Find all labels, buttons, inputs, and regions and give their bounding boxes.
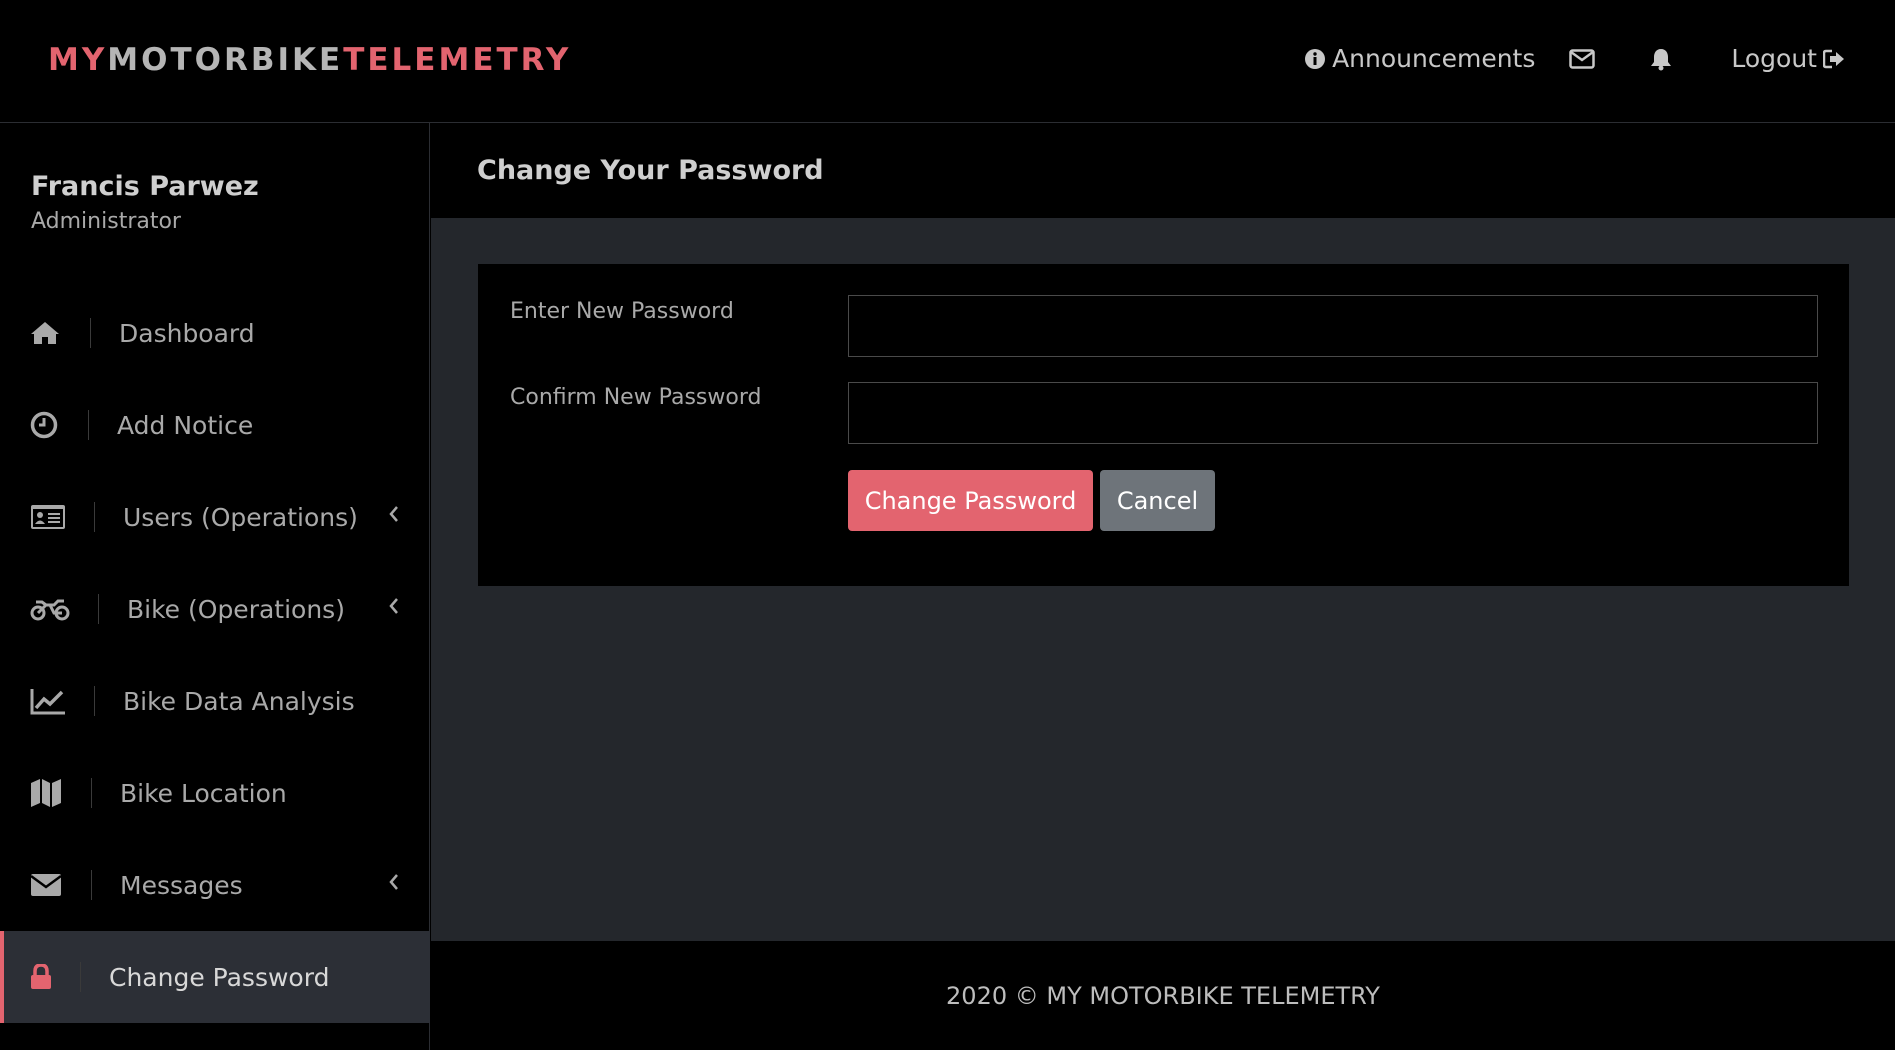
divider	[90, 318, 91, 348]
envelope-icon	[1569, 48, 1596, 69]
top-nav-links: Announcements Logout	[1304, 44, 1845, 73]
divider	[88, 410, 89, 440]
announcements-label: Announcements	[1332, 44, 1536, 73]
user-role: Administrator	[31, 209, 181, 234]
motorcycle-icon	[30, 597, 80, 621]
change-password-form: Enter New Password Confirm New Password …	[478, 264, 1849, 586]
sidebar-item-messages[interactable]: Messages	[0, 839, 430, 931]
sidebar-item-label: Users (Operations)	[123, 502, 358, 532]
sidebar-item-dashboard[interactable]: Dashboard	[0, 287, 430, 379]
divider	[94, 686, 95, 716]
new-password-input[interactable]	[848, 295, 1818, 357]
announcements-link[interactable]: Announcements	[1304, 44, 1535, 73]
user-name: Francis Parwez	[31, 171, 259, 202]
id-card-icon	[30, 504, 80, 530]
divider	[91, 778, 92, 808]
sidebar-item-label: Bike Location	[120, 778, 287, 808]
sidebar-item-label: Add Notice	[117, 410, 254, 440]
sidebar-item-change-password[interactable]: Change Password	[0, 931, 430, 1023]
brand-part-telemetry: TELEMETRY	[343, 42, 572, 78]
line-chart-icon	[30, 687, 80, 715]
confirm-password-input[interactable]	[848, 382, 1818, 444]
sign-out-icon	[1823, 49, 1844, 68]
divider	[91, 870, 92, 900]
sidebar-item-bike-operations[interactable]: Bike (Operations)	[0, 563, 430, 655]
change-password-button[interactable]: Change Password	[848, 470, 1093, 531]
new-password-label: Enter New Password	[510, 299, 734, 324]
sidebar-item-label: Change Password	[109, 962, 330, 992]
sidebar-item-bike-location[interactable]: Bike Location	[0, 747, 430, 839]
footer: 2020 © MY MOTORBIKE TELEMETRY	[431, 941, 1895, 1050]
map-icon	[30, 778, 80, 808]
bell-icon	[1651, 48, 1672, 70]
divider	[94, 502, 95, 532]
sidebar-item-users-operations[interactable]: Users (Operations)	[0, 471, 430, 563]
clock-icon	[30, 411, 80, 439]
brand-part-motorbike: MOTORBIKE	[107, 42, 344, 78]
info-circle-icon	[1305, 48, 1326, 69]
brand-logo[interactable]: MYMOTORBIKETELEMETRY	[48, 42, 571, 78]
sidebar-item-label: Bike (Operations)	[127, 594, 345, 624]
envelope-icon	[30, 873, 80, 897]
brand-part-my: MY	[48, 42, 108, 78]
messages-top-link[interactable]	[1569, 48, 1596, 69]
sidebar-item-add-notice[interactable]: Add Notice	[0, 379, 430, 471]
page-title: Change Your Password	[477, 155, 824, 186]
sidebar: Francis Parwez Administrator Dashboard A…	[0, 123, 430, 1050]
main-content: Change Your Password Enter New Password …	[431, 123, 1895, 941]
logout-label: Logout	[1731, 44, 1817, 73]
sidebar-item-label: Messages	[120, 870, 243, 900]
home-icon	[30, 320, 80, 346]
page-header: Change Your Password	[431, 123, 1895, 218]
notifications-link[interactable]	[1649, 47, 1673, 71]
sidebar-item-bike-data-analysis[interactable]: Bike Data Analysis	[0, 655, 430, 747]
chevron-left-icon	[389, 506, 398, 522]
logout-link[interactable]: Logout	[1731, 44, 1845, 73]
lock-icon	[30, 964, 80, 990]
divider	[80, 962, 81, 992]
chevron-left-icon	[389, 874, 398, 890]
top-navbar: MYMOTORBIKETELEMETRY Announcements Logou…	[0, 0, 1895, 123]
divider	[98, 594, 99, 624]
cancel-button[interactable]: Cancel	[1100, 470, 1215, 531]
confirm-password-label: Confirm New Password	[510, 385, 762, 410]
sidebar-item-label: Dashboard	[119, 318, 255, 348]
sidebar-item-label: Bike Data Analysis	[123, 686, 355, 716]
chevron-left-icon	[389, 598, 398, 614]
footer-copyright: 2020 © MY MOTORBIKE TELEMETRY	[946, 981, 1380, 1010]
